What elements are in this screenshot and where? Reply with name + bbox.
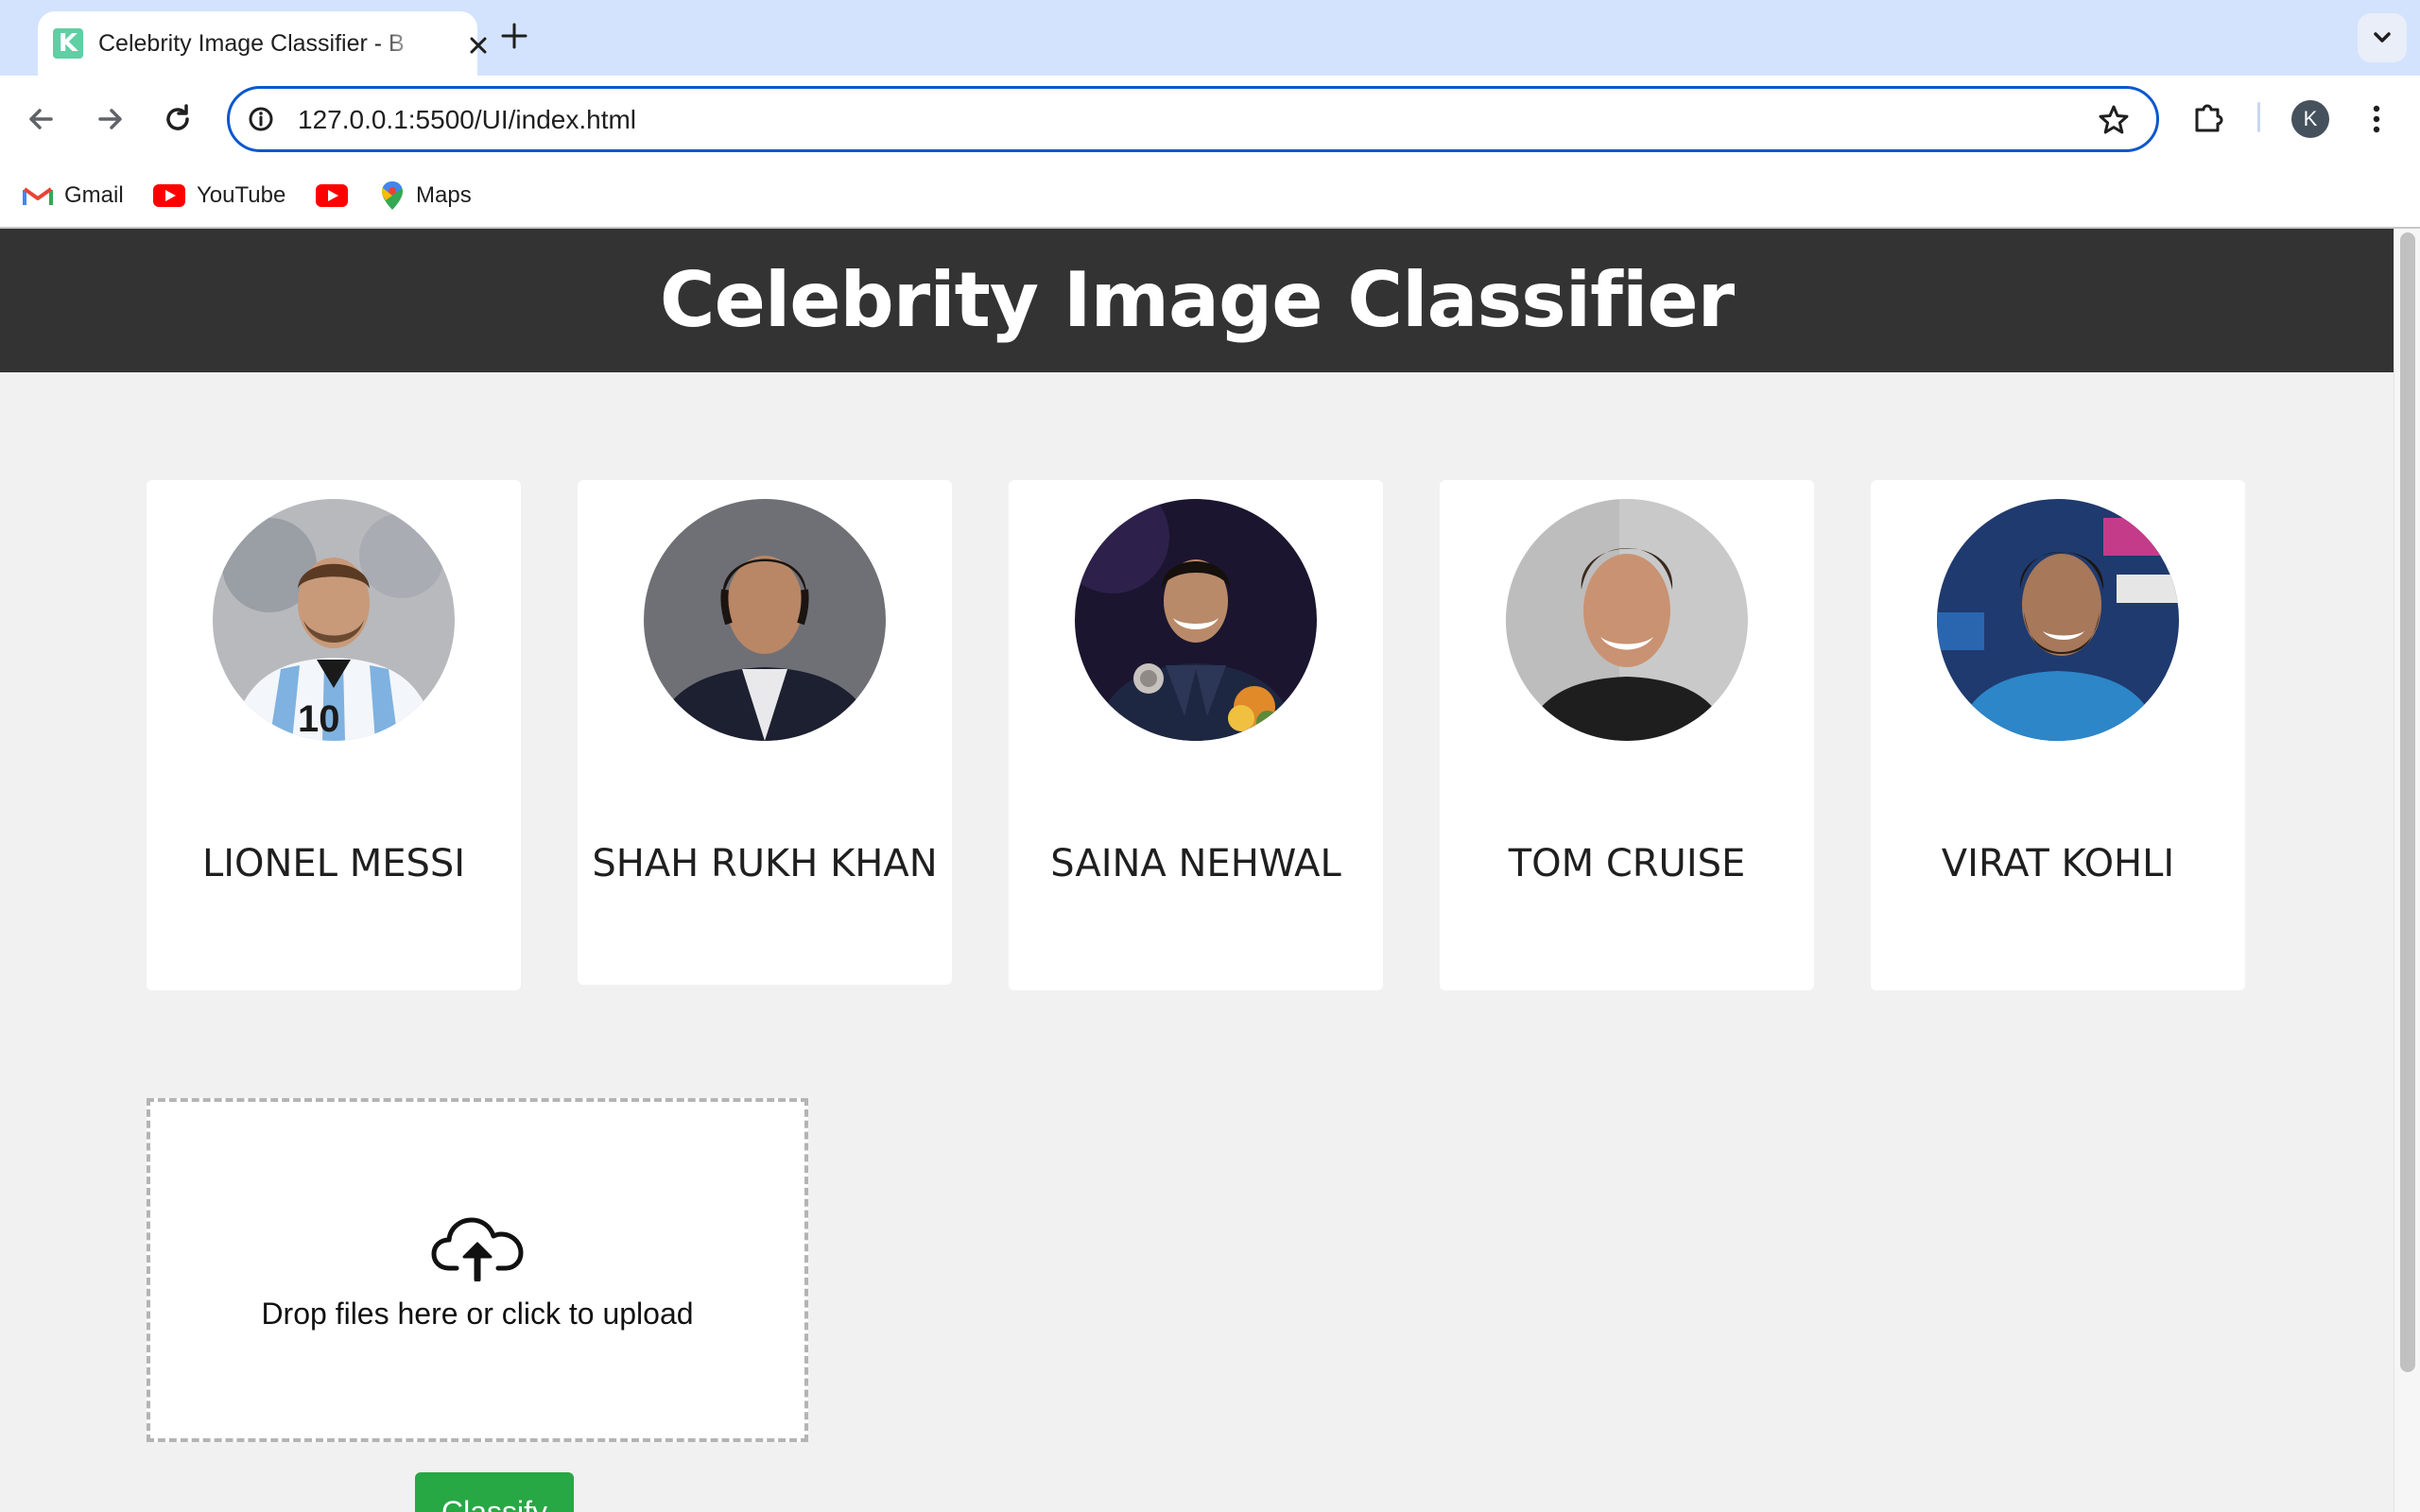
youtube-icon — [153, 184, 185, 207]
tab-title: Celebrity Image Classifier - B — [98, 30, 405, 57]
browser-toolbar: 127.0.0.1:5500/UI/index.html K — [0, 76, 2420, 163]
back-button[interactable] — [19, 96, 64, 142]
url-text: 127.0.0.1:5500/UI/index.html — [298, 105, 637, 134]
celebrity-card-tom-cruise: TOM CRUISE — [1440, 480, 1814, 990]
celebrity-name: TOM CRUISE — [1508, 842, 1746, 885]
celebrity-name: SAINA NEHWAL — [1050, 842, 1341, 885]
file-dropzone[interactable]: Drop files here or click to upload — [147, 1098, 808, 1442]
browser-tab[interactable]: K Celebrity Image Classifier - B — [38, 11, 487, 76]
bookmark-maps[interactable]: Maps — [380, 180, 472, 212]
scrollbar-thumb[interactable] — [2400, 232, 2415, 1372]
page-viewport: Celebrity Image Classifier 10 LIONEL MES… — [0, 229, 2394, 1512]
tab-strip: K Celebrity Image Classifier - B — [0, 0, 2420, 76]
toolbar-divider — [2257, 102, 2260, 132]
site-info-icon[interactable] — [247, 105, 275, 133]
celebrity-card-messi: 10 LIONEL MESSI — [147, 480, 521, 990]
tab-search-button[interactable] — [2358, 13, 2407, 62]
messi-photo: 10 — [213, 499, 455, 741]
reload-icon — [166, 104, 189, 130]
upload-instructions: Drop files here or click to upload — [261, 1297, 694, 1331]
bookmark-youtube[interactable]: YouTube — [153, 180, 285, 212]
arrow-right-icon — [98, 109, 122, 129]
bookmarks-bar: Gmail YouTube Maps — [0, 163, 2420, 229]
chevron-down-icon — [2374, 32, 2391, 43]
bookmark-youtube-2[interactable] — [316, 180, 348, 212]
extensions-icon[interactable] — [2189, 98, 2227, 136]
close-icon[interactable] — [465, 32, 492, 59]
classify-button[interactable]: Classify — [415, 1472, 574, 1512]
celebrity-card-saina-nehwal: SAINA NEHWAL — [1009, 480, 1383, 990]
cloud-upload-icon — [430, 1213, 525, 1283]
page-scrollbar[interactable] — [2394, 229, 2420, 1512]
forward-button[interactable] — [87, 96, 132, 142]
bookmark-label: Gmail — [64, 182, 124, 208]
svg-text:10: 10 — [298, 698, 340, 740]
virat-kohli-photo — [1937, 499, 2179, 741]
bookmark-label: Maps — [416, 182, 472, 208]
gmail-icon — [23, 187, 53, 205]
celebrity-card-shah-rukh-khan: SHAH RUKH KHAN — [578, 480, 952, 985]
more-menu-icon[interactable] — [2363, 100, 2390, 138]
celebrity-name: SHAH RUKH KHAN — [592, 842, 938, 885]
bookmark-label: YouTube — [197, 182, 286, 208]
celebrity-card-virat-kohli: VIRAT KOHLI — [1871, 480, 2245, 990]
address-bar[interactable]: 127.0.0.1:5500/UI/index.html — [227, 86, 2159, 152]
profile-avatar[interactable]: K — [2291, 100, 2329, 138]
new-tab-button[interactable] — [497, 19, 531, 53]
bookmark-star-icon[interactable] — [2096, 102, 2132, 138]
page-header: Celebrity Image Classifier — [0, 229, 2394, 372]
tom-cruise-photo — [1506, 499, 1748, 741]
celebrity-name: LIONEL MESSI — [201, 842, 466, 885]
tab-title-fade — [378, 26, 444, 60]
arrow-left-icon — [29, 109, 53, 129]
bookmark-gmail[interactable]: Gmail — [23, 180, 124, 212]
page-title: Celebrity Image Classifier — [659, 256, 1735, 344]
celebrity-name: VIRAT KOHLI — [1941, 842, 2175, 885]
youtube-icon — [316, 184, 348, 207]
maps-icon — [382, 181, 403, 210]
favicon-icon: K — [53, 28, 83, 59]
reload-button[interactable] — [155, 96, 200, 142]
shah-rukh-khan-photo — [644, 499, 886, 741]
saina-nehwal-photo — [1075, 499, 1317, 741]
